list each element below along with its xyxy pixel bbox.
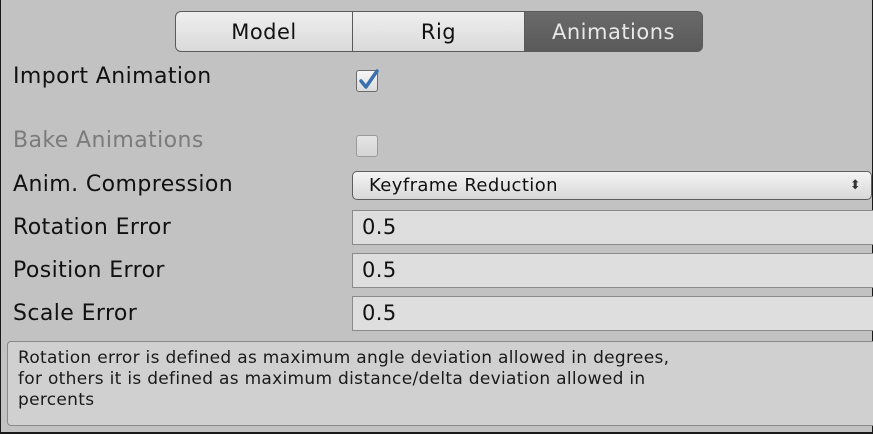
checkmark-icon: [359, 69, 379, 89]
animation-import-panel: Model Rig Animations Import Animation Ba…: [0, 0, 873, 434]
position-error-label: Position Error: [13, 258, 165, 283]
scale-error-field[interactable]: 0.5: [352, 296, 873, 331]
position-error-field[interactable]: 0.5: [352, 253, 873, 288]
bake-animations-label: Bake Animations: [13, 128, 204, 153]
help-text-line: Rotation error is defined as maximum ang…: [18, 348, 670, 368]
tab-rig[interactable]: Rig: [353, 11, 525, 52]
rotation-error-label: Rotation Error: [13, 215, 172, 240]
scale-error-label: Scale Error: [13, 301, 138, 326]
tab-model[interactable]: Model: [175, 11, 353, 52]
tab-animations[interactable]: Animations: [525, 11, 703, 52]
anim-compression-label: Anim. Compression: [13, 172, 234, 197]
bake-animations-checkbox[interactable]: [356, 135, 378, 157]
dropdown-arrows-icon: ⬍: [849, 178, 861, 193]
help-box: Rotation error is defined as maximum ang…: [7, 341, 873, 426]
anim-compression-dropdown[interactable]: Keyframe Reduction ⬍: [352, 171, 872, 200]
help-text-line: for others it is defined as maximum dist…: [18, 369, 646, 389]
import-animation-checkbox[interactable]: [356, 69, 379, 92]
import-tabs: Model Rig Animations: [175, 11, 703, 52]
help-text-line: percents: [18, 390, 95, 410]
import-animation-label: Import Animation: [13, 64, 212, 89]
anim-compression-value: Keyframe Reduction: [369, 175, 558, 196]
rotation-error-field[interactable]: 0.5: [352, 210, 873, 245]
